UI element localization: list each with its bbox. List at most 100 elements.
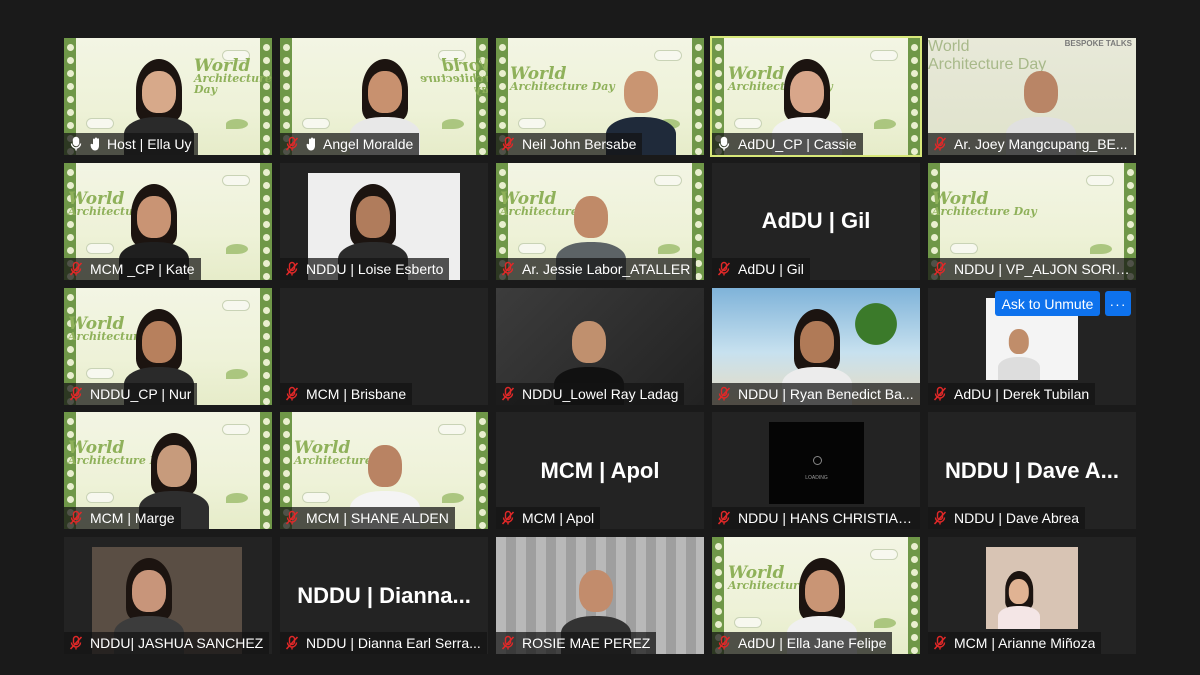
- participant-name-label: Ar. Jessie Labor_ATALLER: [496, 257, 697, 280]
- participant-tile[interactable]: ROSIE MAE PEREZ: [496, 537, 704, 654]
- mic-muted-icon: [68, 510, 84, 526]
- figure-head: [137, 195, 171, 238]
- mic-muted-icon: [500, 261, 516, 277]
- participant-tile[interactable]: World Architecture Day Neil John Bersabe: [496, 38, 704, 155]
- mic-muted-icon: [716, 635, 732, 651]
- participant-tile[interactable]: NDDU | Loise Esberto: [280, 162, 488, 280]
- participant-name: Ar. Jessie Labor_ATALLER: [522, 260, 691, 277]
- participant-tile[interactable]: World Architecture Day BESPOKE TALKS Ar. J…: [928, 38, 1136, 155]
- ask-to-unmute-button[interactable]: Ask to Unmute: [995, 291, 1100, 316]
- participant-name-label: Host | Ella Uy: [64, 133, 198, 155]
- loading-text: LOADING: [805, 475, 828, 482]
- participant-name: NDDU | Loise Esberto: [306, 260, 444, 277]
- participant-tile[interactable]: MCM | Brisbane: [280, 287, 488, 405]
- figure-head: [1024, 71, 1058, 113]
- figure-head: [805, 570, 839, 612]
- mic-muted-icon: [68, 386, 84, 402]
- participant-name: MCM | Brisbane: [306, 385, 407, 402]
- figure-head: [157, 445, 191, 488]
- figure-head: [574, 195, 608, 238]
- figure-head: [624, 71, 658, 113]
- participant-name: Angel Moralde: [323, 136, 414, 152]
- participant-name: AdDU | Derek Tubilan: [954, 385, 1090, 402]
- participant-name: NDDU | Ryan Benedict Ba...: [738, 385, 914, 402]
- figure-head: [142, 71, 176, 113]
- participant-name-label: MCM | Arianne Miñoza: [928, 632, 1102, 654]
- participant-tile[interactable]: LOADING NDDU | HANS CHRISTIAN...: [712, 412, 920, 530]
- participant-tile[interactable]: AdDU | Gil AdDU | Gil: [712, 162, 920, 280]
- participant-tile[interactable]: World Architecture Day AdDU_CP | Cassie: [710, 36, 922, 157]
- wad-line-1: World: [928, 38, 970, 55]
- participant-tile[interactable]: NDDU | Dave A... NDDU | Dave Abrea: [928, 412, 1136, 530]
- participant-tile[interactable]: World Architecture Day NDDU_CP | Nur: [64, 287, 272, 405]
- figure-head: [572, 320, 606, 363]
- participant-tile[interactable]: WorldArchitecture Day Angel Moralde: [280, 38, 488, 155]
- participant-tile[interactable]: NDDU_Lowel Ray Ladag: [496, 287, 704, 405]
- participant-tile[interactable]: NDDU | Ryan Benedict Ba...: [712, 287, 920, 405]
- mic-muted-icon: [68, 635, 84, 651]
- participant-name: NDDU | Dianna Earl Serra...: [306, 635, 481, 651]
- participant-name-label: Ar. Joey Mangcupang_BE...: [928, 133, 1134, 155]
- participant-tile[interactable]: World Architecture Day MCM | Marge: [64, 412, 272, 530]
- raised-hand-icon: [90, 136, 102, 152]
- participant-figure: [998, 320, 1040, 380]
- participant-name: MCM | SHANE ALDEN: [306, 510, 449, 527]
- participant-name-label: NDDU | HANS CHRISTIAN...: [712, 507, 920, 530]
- leaf-decoration: [874, 618, 896, 628]
- participant-name: MCM | Marge: [90, 510, 175, 527]
- participant-tile[interactable]: World Architecture Day MCM | SHANE ALDEN: [280, 412, 488, 530]
- figure-head: [1008, 329, 1030, 355]
- more-options-button[interactable]: ···: [1105, 291, 1131, 316]
- world-architecture-day-text: WorldArchitecture Day: [420, 56, 488, 96]
- leaf-decoration: [226, 243, 248, 254]
- participant-name: MCM | Arianne Miñoza: [954, 635, 1096, 651]
- participant-name: NDDU| JASHUA SANCHEZ: [90, 635, 264, 651]
- loading-spinner-icon: [813, 456, 822, 466]
- participant-name-label: ROSIE MAE PEREZ: [496, 632, 657, 654]
- figure-head: [1008, 578, 1030, 604]
- participant-name-label: Neil John Bersabe: [496, 133, 643, 155]
- world-architecture-day-text: WorldArchitecture Day: [194, 58, 272, 95]
- participant-name-label: AdDU | Ella Jane Felipe: [712, 632, 893, 654]
- banner-strip: [692, 38, 704, 155]
- participant-name: ROSIE MAE PEREZ: [522, 635, 651, 651]
- participant-name-label: MCM _CP | Kate: [64, 257, 201, 280]
- participant-name: Neil John Bersabe: [522, 136, 637, 152]
- participant-tile[interactable]: World Architecture Day AdDU | Ella Jane F…: [712, 537, 920, 654]
- mic-muted-icon: [932, 386, 948, 402]
- cloud-decoration: [222, 424, 250, 436]
- participant-tile[interactable]: World Architecture Day NDDU | VP_ALJON SO…: [928, 162, 1136, 280]
- cloud-decoration: [734, 118, 762, 129]
- participant-name-label: Angel Moralde: [280, 133, 420, 155]
- participant-tile[interactable]: MCM | Apol MCM | Apol: [496, 412, 704, 530]
- participant-name-label: NDDU | VP_ALJON SORIL...: [928, 257, 1136, 280]
- mic-muted-icon: [500, 635, 516, 651]
- cloud-decoration: [654, 174, 682, 186]
- leaf-decoration: [874, 119, 896, 129]
- figure-head: [579, 570, 613, 612]
- cloud-decoration: [438, 424, 466, 436]
- participant-name: MCM | Apol: [522, 510, 595, 527]
- participant-tile[interactable]: NDDU | Dianna... NDDU | Dianna Earl Serr…: [280, 537, 488, 654]
- participant-name-label: AdDU_CP | Cassie: [712, 133, 863, 155]
- figure-head: [790, 71, 824, 113]
- participant-tile[interactable]: NDDU| JASHUA SANCHEZ: [64, 537, 272, 654]
- leaf-decoration: [226, 368, 248, 379]
- mic-muted-icon: [284, 386, 300, 402]
- mic-icon: [68, 136, 84, 152]
- participant-tile[interactable]: World Architecture Day Ar. Jessie Labor_A…: [496, 162, 704, 280]
- mic-muted-icon: [284, 136, 300, 152]
- cloud-decoration: [86, 242, 114, 254]
- participant-tile[interactable]: World Architecture Day Host | Ella Uy: [64, 38, 272, 155]
- mic-muted-icon: [716, 510, 732, 526]
- banner-strip: [908, 38, 920, 155]
- bespoke-talks-logo: BESPOKE TALKS: [1064, 39, 1132, 48]
- participant-tile[interactable]: World Architecture Day MCM _CP | Kate: [64, 162, 272, 280]
- banner-strip: [260, 38, 272, 155]
- participant-tile[interactable]: MCM | Arianne Miñoza: [928, 537, 1136, 654]
- participant-name-label: MCM | Marge: [64, 507, 181, 530]
- participant-name-label: AdDU | Derek Tubilan: [928, 382, 1096, 405]
- cloud-decoration: [302, 118, 330, 129]
- mic-muted-icon: [932, 635, 948, 651]
- cloud-decoration: [734, 617, 762, 628]
